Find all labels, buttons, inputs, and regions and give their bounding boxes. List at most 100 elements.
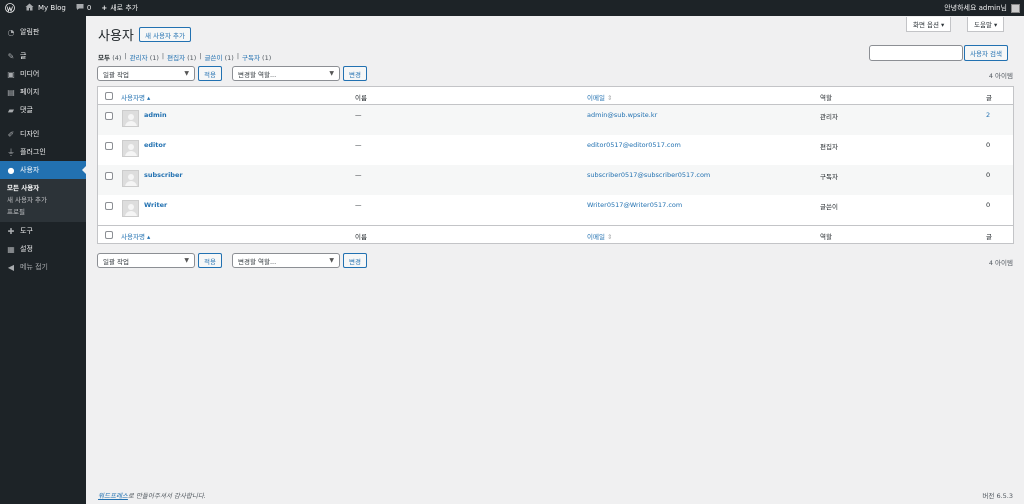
posts-count: 0: [986, 141, 991, 149]
column-username[interactable]: 사용자명 ▴: [121, 92, 150, 102]
menu-label: 댓글: [20, 106, 33, 114]
filter-all[interactable]: 모두 (4): [98, 52, 121, 62]
role-cell: 편집자: [820, 143, 838, 151]
name-cell: —: [355, 201, 362, 209]
menu-label: 도구: [20, 227, 33, 235]
column-role: 역할: [820, 94, 832, 102]
column-email[interactable]: 이메일 ⇕: [587, 92, 612, 102]
change-role-select-bottom[interactable]: 변경할 역할... ▼: [232, 253, 340, 268]
select-all-checkbox[interactable]: [105, 92, 113, 100]
name-cell: —: [355, 171, 362, 179]
admin-menu: ◔ 알림판 ✎ 글 ▣ 미디어 ▤ 페이지 ▰ 댓글 ✐ 디자인 ⏚ 플러그인 …: [0, 16, 86, 504]
change-button-bottom[interactable]: 변경: [343, 253, 367, 268]
search-users-button[interactable]: 사용자 검색: [964, 45, 1008, 61]
menu-label: 글: [20, 52, 27, 60]
menu-item-dashboard[interactable]: ◔ 알림판: [0, 23, 86, 41]
email-link[interactable]: editor0517@editor0517.com: [587, 141, 681, 149]
menu-item-users[interactable]: ● 사용자: [0, 161, 86, 179]
menu-item-appearance[interactable]: ✐ 디자인: [0, 125, 86, 143]
wordpress-link[interactable]: 워드프레스: [98, 492, 128, 500]
user-icon: ●: [7, 165, 15, 175]
row-checkbox[interactable]: [105, 202, 113, 210]
change-button[interactable]: 변경: [343, 66, 367, 81]
table-row: subscriber — subscriber0517@subscriber05…: [98, 165, 1013, 195]
username-link[interactable]: admin: [144, 111, 167, 119]
menu-item-media[interactable]: ▣ 미디어: [0, 65, 86, 83]
wrench-icon: ✚: [7, 226, 15, 236]
filter-author[interactable]: 글쓴이 (1): [205, 52, 234, 62]
new-content-link[interactable]: + 새로 추가: [96, 0, 143, 16]
username-link[interactable]: Writer: [144, 201, 167, 209]
users-submenu: 모든 사용자 새 사용자 추가 프로필: [0, 179, 86, 222]
row-checkbox[interactable]: [105, 142, 113, 150]
column-posts: 글: [986, 233, 992, 241]
footer-credit: 워드프레스로 만들어주셔서 감사합니다.: [98, 490, 206, 500]
email-link[interactable]: subscriber0517@subscriber0517.com: [587, 171, 710, 179]
filter-admin[interactable]: 관리자 (1): [130, 52, 159, 62]
add-new-user-button[interactable]: 새 사용자 추가: [139, 27, 192, 42]
menu-label: 사용자: [20, 166, 40, 174]
filter-separator: |: [236, 52, 240, 60]
menu-label: 설정: [20, 245, 33, 253]
avatar: [122, 140, 139, 157]
help-button[interactable]: 도움말 ▾: [967, 17, 1005, 32]
wordpress-icon[interactable]: [0, 0, 20, 16]
avatar: [122, 200, 139, 217]
role-cell: 관리자: [820, 113, 838, 121]
select-all-checkbox[interactable]: [105, 231, 113, 239]
table-header: 사용자명 ▴ 이름 이메일 ⇕ 역할 글: [98, 87, 1013, 105]
posts-count: 0: [986, 201, 991, 209]
column-name: 이름: [355, 94, 367, 102]
menu-item-comments[interactable]: ▰ 댓글: [0, 101, 86, 119]
bulk-action-value: 일괄 작업: [103, 70, 129, 79]
email-link[interactable]: Writer0517@Writer0517.com: [587, 201, 682, 209]
avatar: [122, 110, 139, 127]
column-name: 이름: [355, 233, 367, 241]
screen-options-button[interactable]: 화면 옵션 ▾: [906, 17, 952, 32]
media-icon: ▣: [7, 69, 15, 79]
menu-label: 미디어: [20, 70, 40, 78]
filter-separator: |: [199, 52, 202, 60]
menu-label: 페이지: [20, 88, 40, 96]
menu-item-plugins[interactable]: ⏚ 플러그인: [0, 143, 86, 161]
dashboard-icon: ◔: [7, 27, 15, 37]
menu-item-settings[interactable]: ▦ 설정: [0, 240, 86, 258]
bulk-action-value: 일괄 작업: [103, 257, 129, 266]
menu-collapse[interactable]: ◀ 메뉴 접기: [0, 258, 86, 276]
comment-icon: [76, 3, 84, 13]
apply-button-bottom[interactable]: 적용: [198, 253, 222, 268]
menu-label: 플러그인: [20, 148, 46, 156]
column-username[interactable]: 사용자명 ▴: [121, 231, 150, 241]
comments-link[interactable]: 0: [71, 0, 96, 16]
search-input[interactable]: [869, 45, 963, 61]
table-row: admin — admin@sub.wpsite.kr 관리자 2: [98, 105, 1013, 135]
row-checkbox[interactable]: [105, 112, 113, 120]
pin-icon: ✎: [7, 51, 15, 61]
menu-item-posts[interactable]: ✎ 글: [0, 47, 86, 65]
submenu-profile[interactable]: 프로필: [0, 206, 86, 218]
column-email[interactable]: 이메일 ⇕: [587, 231, 612, 241]
submenu-add-user[interactable]: 새 사용자 추가: [0, 194, 86, 206]
posts-count-link[interactable]: 2: [986, 111, 990, 119]
apply-button[interactable]: 적용: [198, 66, 222, 81]
name-cell: —: [355, 141, 362, 149]
submenu-all-users[interactable]: 모든 사용자: [0, 182, 86, 194]
change-role-value: 변경할 역할...: [238, 257, 277, 266]
filter-separator: |: [124, 52, 127, 60]
filter-subscriber[interactable]: 구독자 (1): [242, 52, 271, 62]
row-checkbox[interactable]: [105, 172, 113, 180]
username-link[interactable]: subscriber: [144, 171, 183, 179]
change-role-select[interactable]: 변경할 역할... ▼: [232, 66, 340, 81]
menu-item-tools[interactable]: ✚ 도구: [0, 222, 86, 240]
my-account[interactable]: 안녕하세요 admin님: [944, 0, 1020, 16]
bulk-action-select[interactable]: 일괄 작업 ▼: [97, 66, 195, 81]
site-name-link[interactable]: My Blog: [20, 0, 71, 16]
posts-count: 0: [986, 171, 991, 179]
menu-item-pages[interactable]: ▤ 페이지: [0, 83, 86, 101]
filter-editor[interactable]: 편집자 (1): [167, 52, 196, 62]
username-link[interactable]: editor: [144, 141, 166, 149]
menu-label: 알림판: [20, 28, 40, 36]
bulk-action-select-bottom[interactable]: 일괄 작업 ▼: [97, 253, 195, 268]
role-filters: 모두 (4) | 관리자 (1) | 편집자 (1) | 글쓴이 (1) | 구…: [98, 52, 271, 62]
email-link[interactable]: admin@sub.wpsite.kr: [587, 111, 657, 119]
